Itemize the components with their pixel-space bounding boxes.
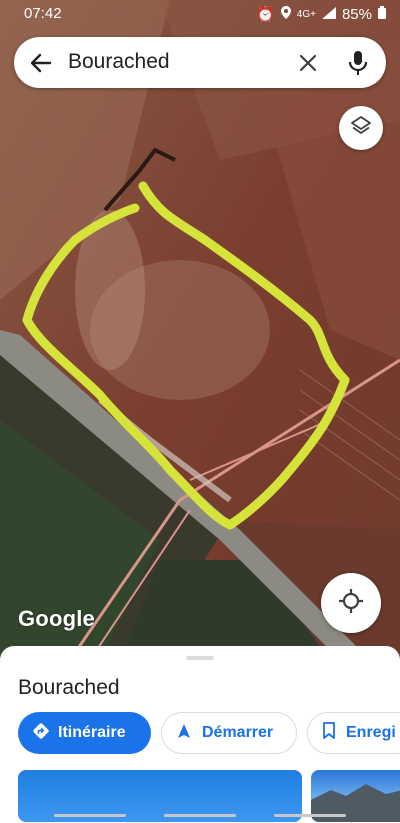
search-bar[interactable]: Bourached	[14, 37, 386, 88]
location-icon	[280, 5, 291, 23]
sheet-drag-handle[interactable]	[186, 656, 214, 660]
save-button[interactable]: Enregi	[307, 712, 400, 754]
satellite-map[interactable]	[0, 0, 400, 660]
map-imagery	[0, 0, 400, 660]
directions-button[interactable]: Itinéraire	[18, 712, 151, 754]
system-nav-bar	[164, 814, 236, 817]
search-query[interactable]: Bourached	[68, 50, 170, 74]
bookmark-icon	[322, 722, 336, 744]
crosshair-icon	[338, 588, 364, 619]
save-label: Enregi	[346, 724, 396, 741]
layers-button[interactable]	[339, 106, 383, 150]
clear-icon[interactable]	[296, 51, 320, 75]
microphone-icon[interactable]	[346, 49, 370, 77]
signal-icon	[321, 6, 336, 23]
network-type: 4G+	[296, 8, 316, 20]
status-bar: 07:42 ⏰ 4G+ 85%	[0, 0, 400, 28]
system-nav-bar	[274, 814, 346, 817]
start-navigation-button[interactable]: Démarrer	[161, 712, 297, 754]
alarm-icon: ⏰	[256, 6, 275, 23]
place-bottom-sheet[interactable]: Bourached Itinéraire Démarrer Enregi	[0, 646, 400, 823]
start-label: Démarrer	[202, 724, 274, 741]
navigation-arrow-icon	[176, 723, 192, 744]
directions-label: Itinéraire	[58, 724, 126, 741]
battery-percent: 85%	[341, 5, 372, 23]
back-arrow-icon[interactable]	[28, 50, 54, 76]
layers-icon	[350, 115, 372, 142]
directions-icon	[32, 722, 50, 745]
status-time: 07:42	[24, 5, 62, 22]
battery-icon	[378, 5, 386, 23]
google-attribution: Google	[18, 606, 95, 631]
system-nav-bar	[54, 814, 126, 817]
my-location-button[interactable]	[321, 573, 381, 633]
place-title: Bourached	[18, 676, 120, 699]
status-icons: ⏰ 4G+ 85%	[256, 5, 386, 23]
